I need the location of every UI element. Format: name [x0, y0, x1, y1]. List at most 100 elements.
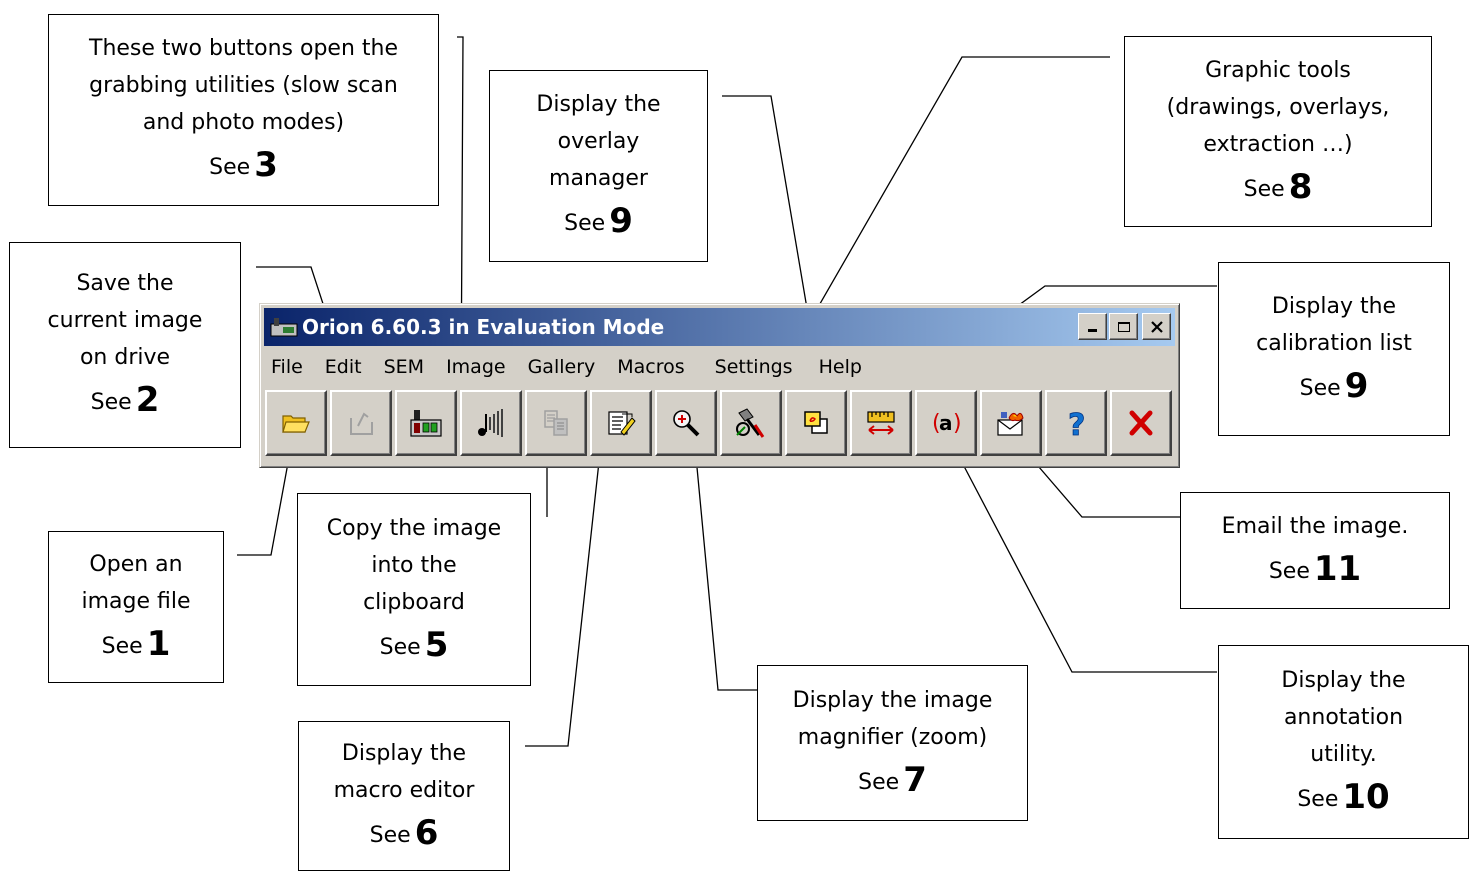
callout-annotation-number: 10 [1342, 777, 1390, 817]
callout-open-line2: image file [81, 588, 191, 614]
callout-email-line1: Email the image. [1221, 513, 1409, 539]
menu-settings[interactable]: Settings [704, 356, 804, 378]
svg-text:): ) [953, 411, 962, 436]
callout-calibration-see: See [1299, 375, 1341, 401]
callout-graphic-see: See [1243, 176, 1285, 202]
callout-copy-number: 5 [424, 624, 449, 665]
callout-zoom-line2: magnifier (zoom) [797, 724, 988, 750]
exit-button[interactable] [1110, 390, 1172, 456]
leader-macro [525, 424, 604, 747]
magnifier-button[interactable] [655, 390, 717, 456]
callout-grab-number: 3 [254, 145, 278, 185]
menu-file[interactable]: File [266, 356, 314, 378]
callout-graphic-number: 8 [1288, 166, 1313, 207]
callout-open-line1: Open an [89, 551, 183, 577]
callout-annotation-line1: Display the [1281, 668, 1406, 693]
callout-copy-line1: Copy the image [326, 515, 502, 541]
callout-grab-see: See [209, 155, 251, 180]
graphic-tools-icon [736, 408, 765, 438]
overlay-manager-button[interactable] [785, 390, 847, 456]
help-button[interactable]: ? [1045, 390, 1107, 456]
annotation-icon: ( a ) [932, 411, 962, 436]
callout-overlay-line3: manager [549, 166, 648, 191]
close-window-button[interactable] [1142, 313, 1171, 340]
callout-email-see: See [1268, 558, 1310, 584]
callout-annotation-line2: annotation [1283, 705, 1404, 730]
photo-button[interactable] [460, 390, 522, 456]
menu-edit[interactable]: Edit [314, 356, 373, 378]
menu-gallery[interactable]: Gallery [517, 356, 607, 378]
callout-annotation: Display the annotation utility. See 10 [1218, 645, 1469, 839]
callout-overlay-line2: overlay [557, 129, 640, 154]
save-icon [350, 412, 373, 435]
callout-grab: These two buttons open the grabbing util… [48, 14, 439, 206]
menu-image[interactable]: Image [435, 356, 517, 378]
callout-macro-line1: Display the [341, 740, 467, 766]
callout-open-see: See [101, 633, 143, 659]
callout-copy: Copy the image into the clipboard See 5 [297, 493, 531, 686]
callout-zoom: Display the image magnifier (zoom) See 7 [757, 665, 1028, 821]
slow-scan-grab-icon [410, 410, 442, 437]
macro-editor-button[interactable] [590, 390, 652, 456]
graphic-tools-button[interactable] [720, 390, 782, 456]
menu-sem[interactable]: SEM [373, 356, 435, 378]
photo-grab-icon [478, 409, 503, 437]
copy-clipboard-icon [544, 410, 568, 436]
magnifier-icon [673, 410, 700, 437]
callout-macro-line2: macro editor [333, 777, 475, 803]
callout-graphic-line1: Graphic tools [1205, 57, 1351, 83]
callout-overlay-see: See [564, 211, 606, 236]
callout-grab-line2: grabbing utilities (slow scan [89, 73, 398, 98]
callout-macro: Display the macro editor See 6 [298, 721, 510, 871]
open-button[interactable] [265, 390, 327, 456]
save-button[interactable] [330, 390, 392, 456]
macro-editor-icon [608, 411, 636, 436]
callout-copy-see: See [379, 634, 421, 660]
app-icon [270, 316, 298, 338]
close-window-icon [1150, 320, 1163, 333]
email-icon [997, 412, 1024, 436]
window-controls [1078, 313, 1171, 340]
callout-save-number: 2 [135, 380, 160, 420]
title-bar[interactable]: Orion 6.60.3 in Evaluation Mode [264, 308, 1175, 346]
menu-bar: File Edit SEM Image Gallery Macros Setti… [266, 350, 873, 384]
callout-open: Open an image file See 1 [48, 531, 224, 683]
callout-graphic-line2: (drawings, overlays, [1166, 94, 1390, 120]
menu-help[interactable]: Help [808, 356, 873, 378]
callout-copy-line2: into the [371, 552, 457, 578]
copy-button[interactable] [525, 390, 587, 456]
maximize-icon [1117, 321, 1130, 332]
email-button[interactable] [980, 390, 1042, 456]
minimize-icon [1087, 328, 1097, 332]
callout-grab-line3: and photo modes) [142, 110, 345, 135]
minimize-button[interactable] [1078, 313, 1107, 340]
callout-annotation-see: See [1297, 787, 1339, 812]
callout-save-see: See [90, 390, 132, 415]
callout-calibration: Display the calibration list See 9 [1218, 262, 1450, 436]
callout-annotation-line3: utility. [1310, 742, 1377, 767]
callout-overlay-line1: Display the [536, 92, 661, 117]
open-folder-icon [282, 415, 310, 433]
menu-macros[interactable]: Macros [606, 356, 695, 378]
maximize-button[interactable] [1109, 313, 1138, 340]
calibration-list-icon [867, 411, 895, 435]
callout-save-line3: on drive [79, 345, 171, 370]
callout-macro-see: See [369, 822, 411, 848]
overlay-manager-icon [804, 411, 828, 434]
close-icon [1129, 410, 1153, 436]
callout-calibration-number: 9 [1344, 365, 1369, 406]
app-window: Orion 6.60.3 in Evaluation Mode File Edi… [259, 303, 1180, 468]
calibration-list-button[interactable] [850, 390, 912, 456]
callout-zoom-number: 7 [903, 759, 927, 800]
callout-zoom-see: See [858, 769, 900, 795]
callout-zoom-line1: Display the image [792, 687, 993, 713]
callout-open-number: 1 [146, 623, 171, 664]
callout-save-line1: Save the [76, 271, 174, 296]
callout-calibration-line1: Display the [1271, 293, 1397, 319]
annotation-button[interactable]: ( a ) [915, 390, 977, 456]
callout-graphic-line3: extraction …) [1203, 131, 1353, 157]
slow-scan-button[interactable] [395, 390, 457, 456]
callout-graphic: Graphic tools (drawings, overlays, extra… [1124, 36, 1432, 227]
callout-email-number: 11 [1313, 548, 1362, 589]
svg-text:a: a [939, 411, 953, 435]
